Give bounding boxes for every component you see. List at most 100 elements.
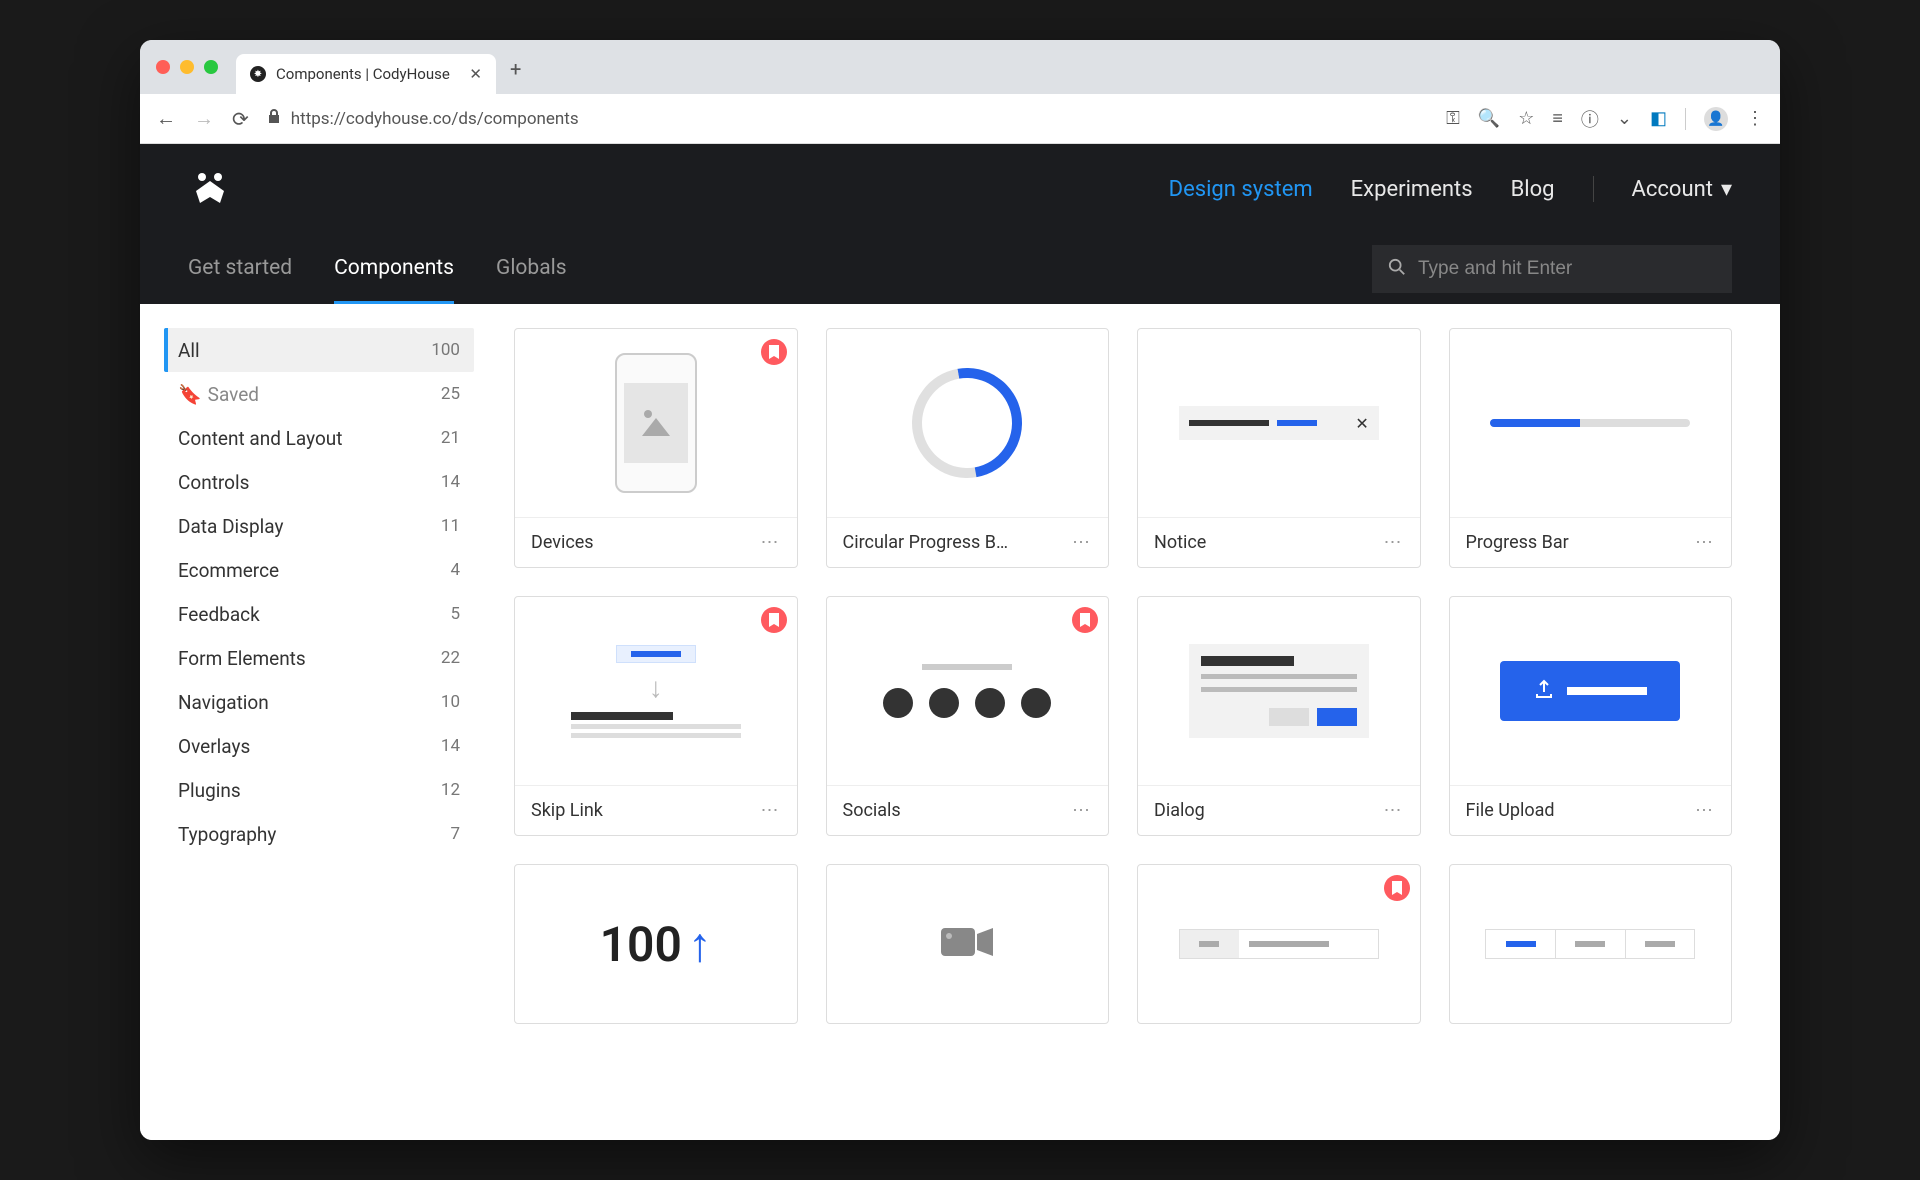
card-preview xyxy=(1450,865,1732,1023)
bookmark-badge-icon[interactable] xyxy=(761,339,787,365)
component-card-video[interactable] xyxy=(826,864,1110,1024)
subnav-components[interactable]: Components xyxy=(334,234,454,304)
sidebar-item-form-elements[interactable]: Form Elements 22 xyxy=(164,636,474,680)
sidebar-item-data-display[interactable]: Data Display 11 xyxy=(164,504,474,548)
kebab-menu-icon[interactable]: ⋮ xyxy=(1746,108,1764,129)
browser-tab-strip: Components | CodyHouse ✕ + xyxy=(140,40,1780,94)
key-icon[interactable]: ⚿ xyxy=(1446,108,1460,129)
card-footer: Notice ⋯ xyxy=(1138,517,1420,567)
component-card-dialog[interactable]: Dialog ⋯ xyxy=(1137,596,1421,836)
card-footer: Dialog ⋯ xyxy=(1138,785,1420,835)
url-field[interactable]: https://codyhouse.co/ds/components xyxy=(267,108,1428,129)
card-preview xyxy=(827,597,1109,785)
component-card-segmented-2[interactable] xyxy=(1449,864,1733,1024)
back-button[interactable]: ← xyxy=(156,106,176,131)
sidebar-item-feedback[interactable]: Feedback 5 xyxy=(164,592,474,636)
sidebar-item-label: Form Elements xyxy=(178,647,306,670)
browser-tab[interactable]: Components | CodyHouse ✕ xyxy=(236,54,496,94)
card-preview: ✕ xyxy=(1138,329,1420,517)
component-card-socials[interactable]: Socials ⋯ xyxy=(826,596,1110,836)
sidebar-item-overlays[interactable]: Overlays 14 xyxy=(164,724,474,768)
component-card-devices[interactable]: Devices ⋯ xyxy=(514,328,798,568)
sidebar-item-count: 7 xyxy=(450,824,460,844)
bookmark-star-icon[interactable]: ☆ xyxy=(1518,108,1534,129)
minimize-window-icon[interactable] xyxy=(180,60,194,74)
card-title: File Upload xyxy=(1466,800,1555,821)
info-icon[interactable]: ⓘ xyxy=(1581,106,1599,132)
site-header: Design system Experiments Blog Account ▾ xyxy=(140,144,1780,234)
zoom-icon[interactable]: 🔍 xyxy=(1478,108,1500,129)
profile-avatar[interactable]: 👤 xyxy=(1704,107,1728,131)
sidebar-item-saved[interactable]: 🔖Saved 25 xyxy=(164,372,474,416)
sidebar-item-label: Typography xyxy=(178,823,276,846)
category-sidebar: All 100 🔖Saved 25 Content and Layout 21 … xyxy=(140,304,490,1140)
card-menu-icon[interactable]: ⋯ xyxy=(1072,800,1092,821)
card-title: Dialog xyxy=(1154,800,1205,821)
card-preview xyxy=(515,329,797,517)
codyhouse-logo-icon[interactable] xyxy=(188,167,232,211)
sidebar-item-ecommerce[interactable]: Ecommerce 4 xyxy=(164,548,474,592)
nav-blog[interactable]: Blog xyxy=(1511,177,1555,202)
component-grid: Devices ⋯ Circular Progress B… ⋯ ✕ Notic… xyxy=(490,304,1780,1140)
sidebar-item-plugins[interactable]: Plugins 12 xyxy=(164,768,474,812)
sidebar-item-content-layout[interactable]: Content and Layout 21 xyxy=(164,416,474,460)
card-preview xyxy=(1450,597,1732,785)
browser-window: Components | CodyHouse ✕ + ← → ⟳ https:/… xyxy=(140,40,1780,1140)
search-input[interactable] xyxy=(1418,258,1716,280)
close-window-icon[interactable] xyxy=(156,60,170,74)
sidebar-item-all[interactable]: All 100 xyxy=(164,328,474,372)
sidebar-item-controls[interactable]: Controls 14 xyxy=(164,460,474,504)
card-menu-icon[interactable]: ⋯ xyxy=(1072,532,1092,553)
sidebar-item-count: 21 xyxy=(441,428,460,448)
component-card-file-upload[interactable]: File Upload ⋯ xyxy=(1449,596,1733,836)
card-footer: Devices ⋯ xyxy=(515,517,797,567)
card-menu-icon[interactable]: ⋯ xyxy=(1695,532,1715,553)
card-menu-icon[interactable]: ⋯ xyxy=(1384,532,1404,553)
bookmark-badge-icon[interactable] xyxy=(1384,875,1410,901)
bookmark-badge-icon[interactable] xyxy=(761,607,787,633)
card-menu-icon[interactable]: ⋯ xyxy=(1384,800,1404,821)
subnav-globals[interactable]: Globals xyxy=(496,234,567,304)
card-menu-icon[interactable]: ⋯ xyxy=(1695,800,1715,821)
forward-button[interactable]: → xyxy=(194,106,214,131)
new-tab-button[interactable]: + xyxy=(510,57,521,81)
trello-icon[interactable]: ◧ xyxy=(1650,108,1667,129)
card-title: Socials xyxy=(843,800,901,821)
component-card-notice[interactable]: ✕ Notice ⋯ xyxy=(1137,328,1421,568)
sidebar-item-count: 5 xyxy=(450,604,460,624)
sidebar-item-typography[interactable]: Typography 7 xyxy=(164,812,474,856)
sidebar-item-navigation[interactable]: Navigation 10 xyxy=(164,680,474,724)
component-card-progress-bar[interactable]: Progress Bar ⋯ xyxy=(1449,328,1733,568)
card-title: Skip Link xyxy=(531,800,603,821)
card-preview xyxy=(1450,329,1732,517)
url-text: https://codyhouse.co/ds/components xyxy=(291,109,579,129)
account-label: Account xyxy=(1632,177,1713,202)
card-footer: Circular Progress B… ⋯ xyxy=(827,517,1109,567)
card-menu-icon[interactable]: ⋯ xyxy=(761,532,781,553)
sidebar-item-label: Controls xyxy=(178,471,249,494)
separator xyxy=(1593,176,1594,202)
bookmark-badge-icon[interactable] xyxy=(1072,607,1098,633)
nav-design-system[interactable]: Design system xyxy=(1169,177,1313,202)
lock-icon xyxy=(267,108,281,129)
component-card-skip-link[interactable]: ↓ Skip Link ⋯ xyxy=(514,596,798,836)
component-card-circular-progress[interactable]: Circular Progress B… ⋯ xyxy=(826,328,1110,568)
reload-button[interactable]: ⟳ xyxy=(232,107,249,131)
search-box[interactable] xyxy=(1372,245,1732,293)
component-card-segmented-1[interactable] xyxy=(1137,864,1421,1024)
window-controls xyxy=(156,60,218,74)
card-menu-icon[interactable]: ⋯ xyxy=(761,800,781,821)
close-tab-icon[interactable]: ✕ xyxy=(469,65,482,83)
component-card-counter[interactable]: 100↑ xyxy=(514,864,798,1024)
card-preview: ↓ xyxy=(515,597,797,785)
subnav-get-started[interactable]: Get started xyxy=(188,234,292,304)
sidebar-item-count: 25 xyxy=(441,384,460,404)
nav-experiments[interactable]: Experiments xyxy=(1351,177,1473,202)
secondary-nav: Get started Components Globals xyxy=(140,234,1780,304)
extension-icon[interactable]: ≡ xyxy=(1552,108,1563,129)
maximize-window-icon[interactable] xyxy=(204,60,218,74)
tab-title: Components | CodyHouse xyxy=(276,65,450,83)
pocket-icon[interactable]: ⌄ xyxy=(1617,108,1632,129)
sidebar-item-label: Navigation xyxy=(178,691,269,714)
account-dropdown[interactable]: Account ▾ xyxy=(1632,177,1732,202)
